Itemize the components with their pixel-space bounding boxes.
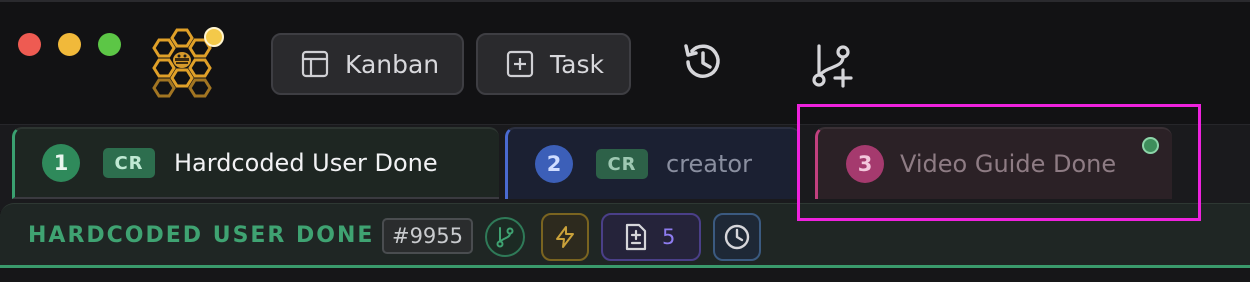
cr-badge: CR xyxy=(103,148,155,178)
git-branch-icon xyxy=(496,227,514,248)
window-zoom-button[interactable] xyxy=(98,33,121,56)
content-area xyxy=(0,268,1250,282)
beehive-logo-icon xyxy=(152,27,224,98)
window-minimize-button[interactable] xyxy=(58,33,81,56)
cr-badge: CR xyxy=(596,149,648,179)
plus-square-icon xyxy=(506,50,534,78)
git-branch-button[interactable] xyxy=(485,217,525,257)
tab-title: Hardcoded User Done xyxy=(174,149,438,177)
add-branch-button[interactable] xyxy=(805,40,857,92)
history-icon xyxy=(684,44,720,78)
kanban-label: Kanban xyxy=(345,49,440,79)
tab-number: 2 xyxy=(535,145,573,183)
highlight-box xyxy=(797,104,1201,221)
kanban-button[interactable]: Kanban xyxy=(271,33,464,95)
clock-button[interactable] xyxy=(713,213,761,261)
file-diff-icon xyxy=(625,223,647,251)
changed-files-button[interactable]: 5 xyxy=(601,213,701,261)
tab-number: 1 xyxy=(42,144,80,182)
bolt-button[interactable] xyxy=(541,213,589,261)
issue-number-chip[interactable]: #9955 xyxy=(382,218,473,254)
lightning-bolt-icon xyxy=(556,226,574,248)
tab-hardcoded-user-done[interactable]: 1 CR Hardcoded User Done xyxy=(12,127,499,199)
layout-icon xyxy=(301,50,329,78)
tab-title: creator xyxy=(666,150,752,178)
tab-creator[interactable]: 2 CR creator xyxy=(505,127,800,199)
task-label: Task xyxy=(550,49,604,79)
history-button[interactable] xyxy=(677,36,729,88)
task-title: HARDCODED USER DONE xyxy=(28,223,375,248)
window-close-button[interactable] xyxy=(18,33,41,56)
files-count: 5 xyxy=(662,225,676,249)
clock-icon xyxy=(724,224,750,250)
new-task-button[interactable]: Task xyxy=(476,33,631,95)
git-branch-plus-icon xyxy=(812,44,853,88)
